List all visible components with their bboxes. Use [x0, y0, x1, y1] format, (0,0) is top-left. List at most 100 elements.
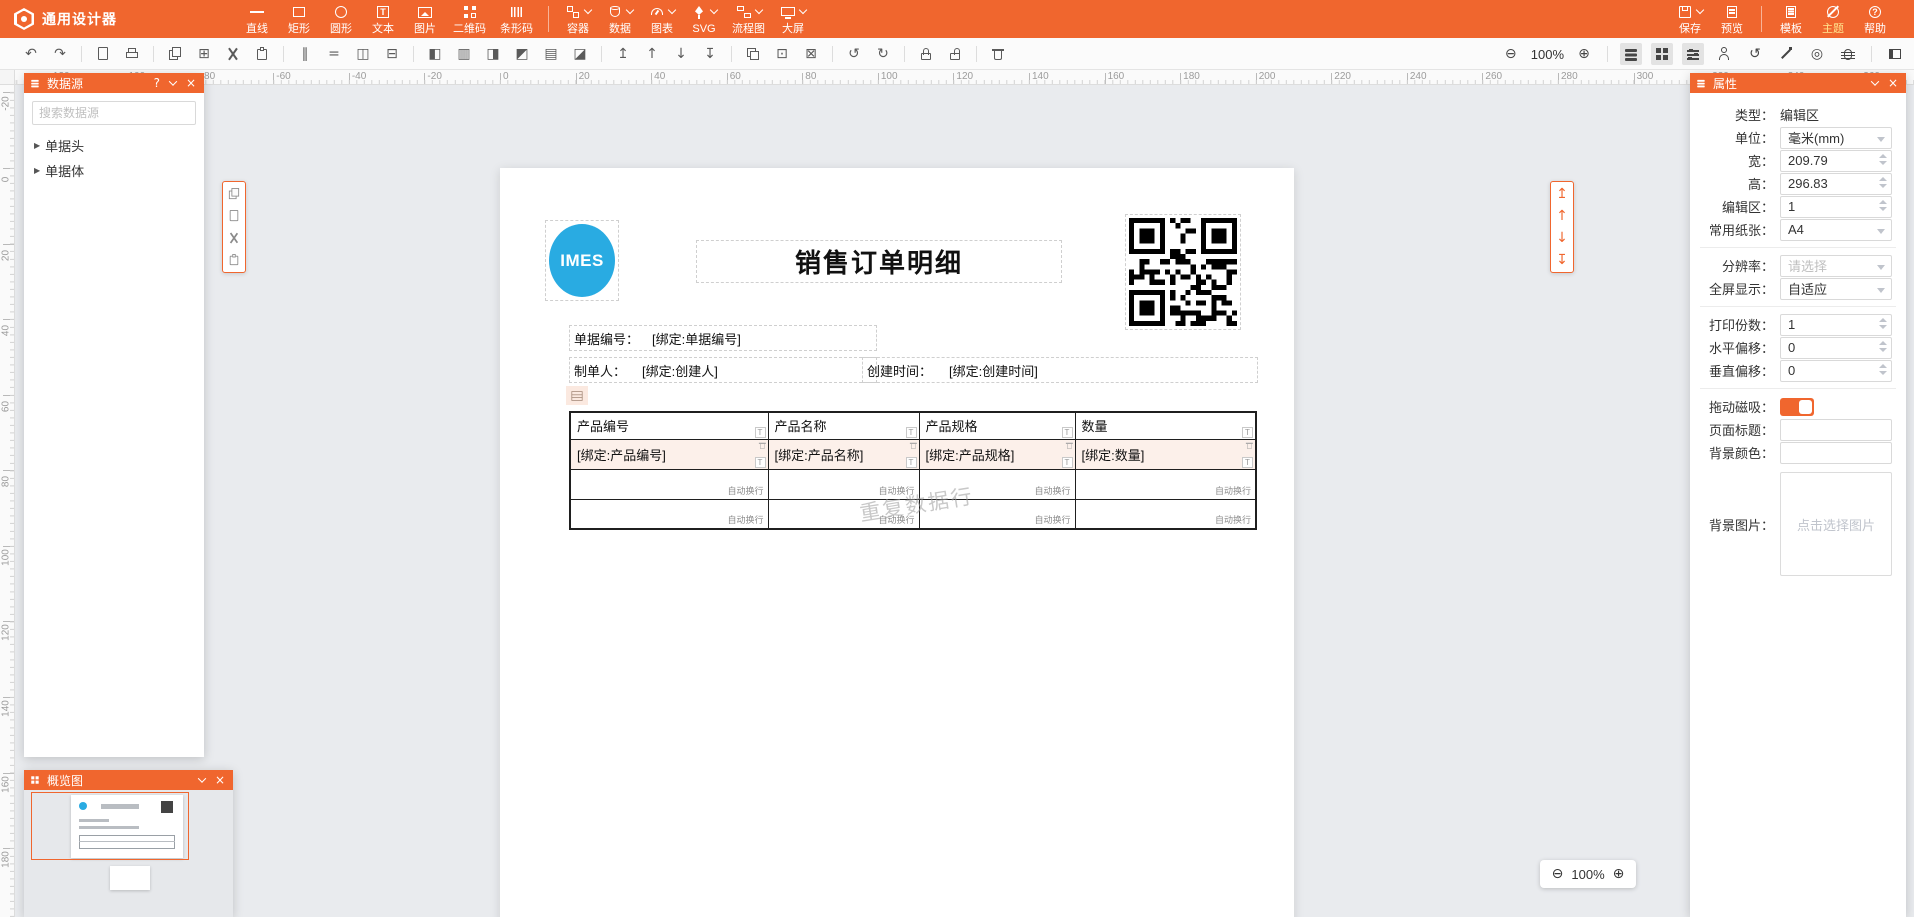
unlock-button[interactable] — [944, 43, 966, 65]
dataset-button[interactable] — [566, 386, 588, 405]
merge-layer-button[interactable]: ⊠ — [800, 43, 822, 65]
tool-save-button[interactable]: 保存 — [1669, 2, 1711, 36]
datasource-item-2[interactable]: ▶单据体 — [24, 158, 204, 183]
send-to-back-button[interactable]: ↧ — [699, 43, 721, 65]
ungroup-button[interactable]: ⊡ — [771, 43, 793, 65]
close-icon[interactable]: × — [184, 77, 198, 89]
align-left-button[interactable]: ◧ — [424, 43, 446, 65]
history-button[interactable]: ↺ — [1744, 43, 1766, 65]
overview-viewport-box[interactable] — [31, 792, 189, 860]
delete-binding-icon[interactable] — [1245, 441, 1254, 450]
tool-qrcode-button[interactable]: 二维码 — [446, 2, 493, 36]
width-input[interactable] — [1780, 150, 1892, 172]
header-cell[interactable]: 产品编号T — [570, 412, 768, 439]
report-title[interactable]: 销售订单明细 — [696, 240, 1062, 283]
report-page[interactable]: IMES 销售订单明细 单据编号： [绑定:单据编号] 制单人： [绑定:创建人… — [500, 168, 1294, 917]
height-input[interactable] — [1780, 173, 1892, 195]
tool-data-button[interactable]: 数据 — [599, 2, 641, 36]
tool-bigscreen-button[interactable]: 大屏 — [772, 2, 814, 36]
close-icon[interactable]: × — [213, 774, 227, 786]
tool-svg-button[interactable]: SVG — [683, 2, 725, 36]
chevron-down-icon[interactable] — [626, 6, 634, 14]
v-offset-input[interactable] — [1780, 360, 1892, 382]
unit-select[interactable]: 毫米(mm) — [1780, 127, 1892, 149]
layout-panel-button[interactable] — [1884, 43, 1906, 65]
group-button[interactable] — [742, 43, 764, 65]
tool-template-button[interactable]: 模板 — [1770, 2, 1812, 36]
zoom-out-button[interactable]: ⊖ — [1552, 866, 1564, 882]
page-title-input[interactable] — [1780, 419, 1892, 441]
overview-panel-header[interactable]: 概览图 × — [24, 770, 233, 790]
datasource-item-1[interactable]: ▶单据头 — [24, 133, 204, 158]
tool-container-button[interactable]: 容器 — [557, 2, 599, 36]
repeat-cell[interactable]: 自动换行 — [570, 469, 768, 499]
paste-button[interactable] — [251, 43, 273, 65]
height-spinner[interactable] — [1879, 177, 1887, 188]
align-bottom-button[interactable]: ◪ — [569, 43, 591, 65]
doc-no-field[interactable]: 单据编号： [绑定:单据编号] — [569, 325, 877, 351]
align-middle-button[interactable]: ▤ — [540, 43, 562, 65]
tool-rect-button[interactable]: 矩形 — [278, 2, 320, 36]
tool-preview-button[interactable]: 预览 — [1711, 2, 1753, 36]
repeat-cell[interactable]: 自动换行 — [1075, 469, 1256, 499]
copy-element-button[interactable] — [225, 185, 243, 203]
drag-snap-toggle[interactable] — [1780, 398, 1814, 416]
properties-panel-header[interactable]: 属性 × — [1690, 73, 1906, 93]
design-canvas[interactable]: IMES 销售订单明细 单据编号： [绑定:单据编号] 制单人： [绑定:创建人… — [15, 85, 1914, 917]
print-button[interactable] — [121, 43, 143, 65]
document-button[interactable] — [225, 207, 243, 225]
zoom-in-button[interactable]: ⊕ — [1613, 866, 1625, 882]
move-up-button[interactable]: ↑ — [641, 43, 663, 65]
send-to-bottom-button[interactable]: ↧ — [1553, 251, 1571, 269]
binding-cell[interactable]: [绑定:产品规格]T — [919, 439, 1075, 469]
redo-button[interactable]: ↷ — [49, 43, 71, 65]
delete-binding-icon[interactable] — [1064, 441, 1073, 450]
locate-button[interactable]: ◎ — [1806, 43, 1828, 65]
v-offset-spinner[interactable] — [1879, 364, 1887, 375]
copy-button[interactable] — [164, 43, 186, 65]
repeat-cell[interactable]: 自动换行 — [570, 499, 768, 529]
align-right-button[interactable]: ◨ — [482, 43, 504, 65]
edit-area-input[interactable] — [1780, 196, 1892, 218]
print-copies-input[interactable] — [1780, 314, 1892, 336]
cut-button[interactable] — [222, 43, 244, 65]
move-down-button[interactable]: ↓ — [670, 43, 692, 65]
tool-flowchart-button[interactable]: 流程图 — [725, 2, 772, 36]
zoom-in-button[interactable]: ⊕ — [1573, 43, 1595, 65]
report-logo[interactable]: IMES — [545, 220, 619, 301]
delete-button[interactable] — [987, 43, 1009, 65]
lock-button[interactable] — [915, 43, 937, 65]
print-copies-spinner[interactable] — [1879, 318, 1887, 329]
header-cell[interactable]: 产品名称T — [768, 412, 919, 439]
report-qr-code[interactable] — [1125, 214, 1241, 330]
create-time-field[interactable]: 创建时间： [绑定:创建时间] — [862, 357, 1258, 383]
undo-button[interactable]: ↶ — [20, 43, 42, 65]
repeat-cell[interactable]: 自动换行 — [1075, 499, 1256, 529]
clean-button[interactable] — [1775, 43, 1797, 65]
bg-color-input[interactable] — [1780, 442, 1892, 464]
tool-image-button[interactable]: 图片 — [404, 2, 446, 36]
tool-text-button[interactable]: 文本 — [362, 2, 404, 36]
bring-to-front-button[interactable]: ↥ — [612, 43, 634, 65]
center-vertical-button[interactable]: ⊟ — [381, 43, 403, 65]
bg-image-picker[interactable]: 点击选择图片 — [1780, 472, 1892, 576]
delete-binding-icon[interactable] — [757, 441, 766, 450]
resolution-select[interactable]: 请选择 — [1780, 255, 1892, 277]
panel-components-toggle-button[interactable] — [1651, 43, 1673, 65]
collapse-icon[interactable] — [1871, 77, 1879, 85]
align-center-button[interactable]: ▥ — [453, 43, 475, 65]
binding-cell[interactable]: [绑定:产品名称]T — [768, 439, 919, 469]
header-cell[interactable]: 产品规格T — [919, 412, 1075, 439]
chevron-down-icon[interactable] — [1696, 6, 1704, 14]
new-page-button[interactable] — [92, 43, 114, 65]
rotate-right-button[interactable]: ↻ — [872, 43, 894, 65]
datasource-panel-header[interactable]: 数据源 ? × — [24, 73, 204, 93]
width-spinner[interactable] — [1879, 154, 1887, 165]
binding-cell[interactable]: [绑定:产品编号]T — [570, 439, 768, 469]
chevron-down-icon[interactable] — [754, 6, 762, 14]
header-cell[interactable]: 数量T — [1075, 412, 1256, 439]
bring-to-top-button[interactable]: ↥ — [1553, 185, 1571, 203]
zoom-out-button[interactable]: ⊖ — [1500, 43, 1522, 65]
user-button[interactable] — [1713, 43, 1735, 65]
center-horizontal-button[interactable]: ◫ — [352, 43, 374, 65]
